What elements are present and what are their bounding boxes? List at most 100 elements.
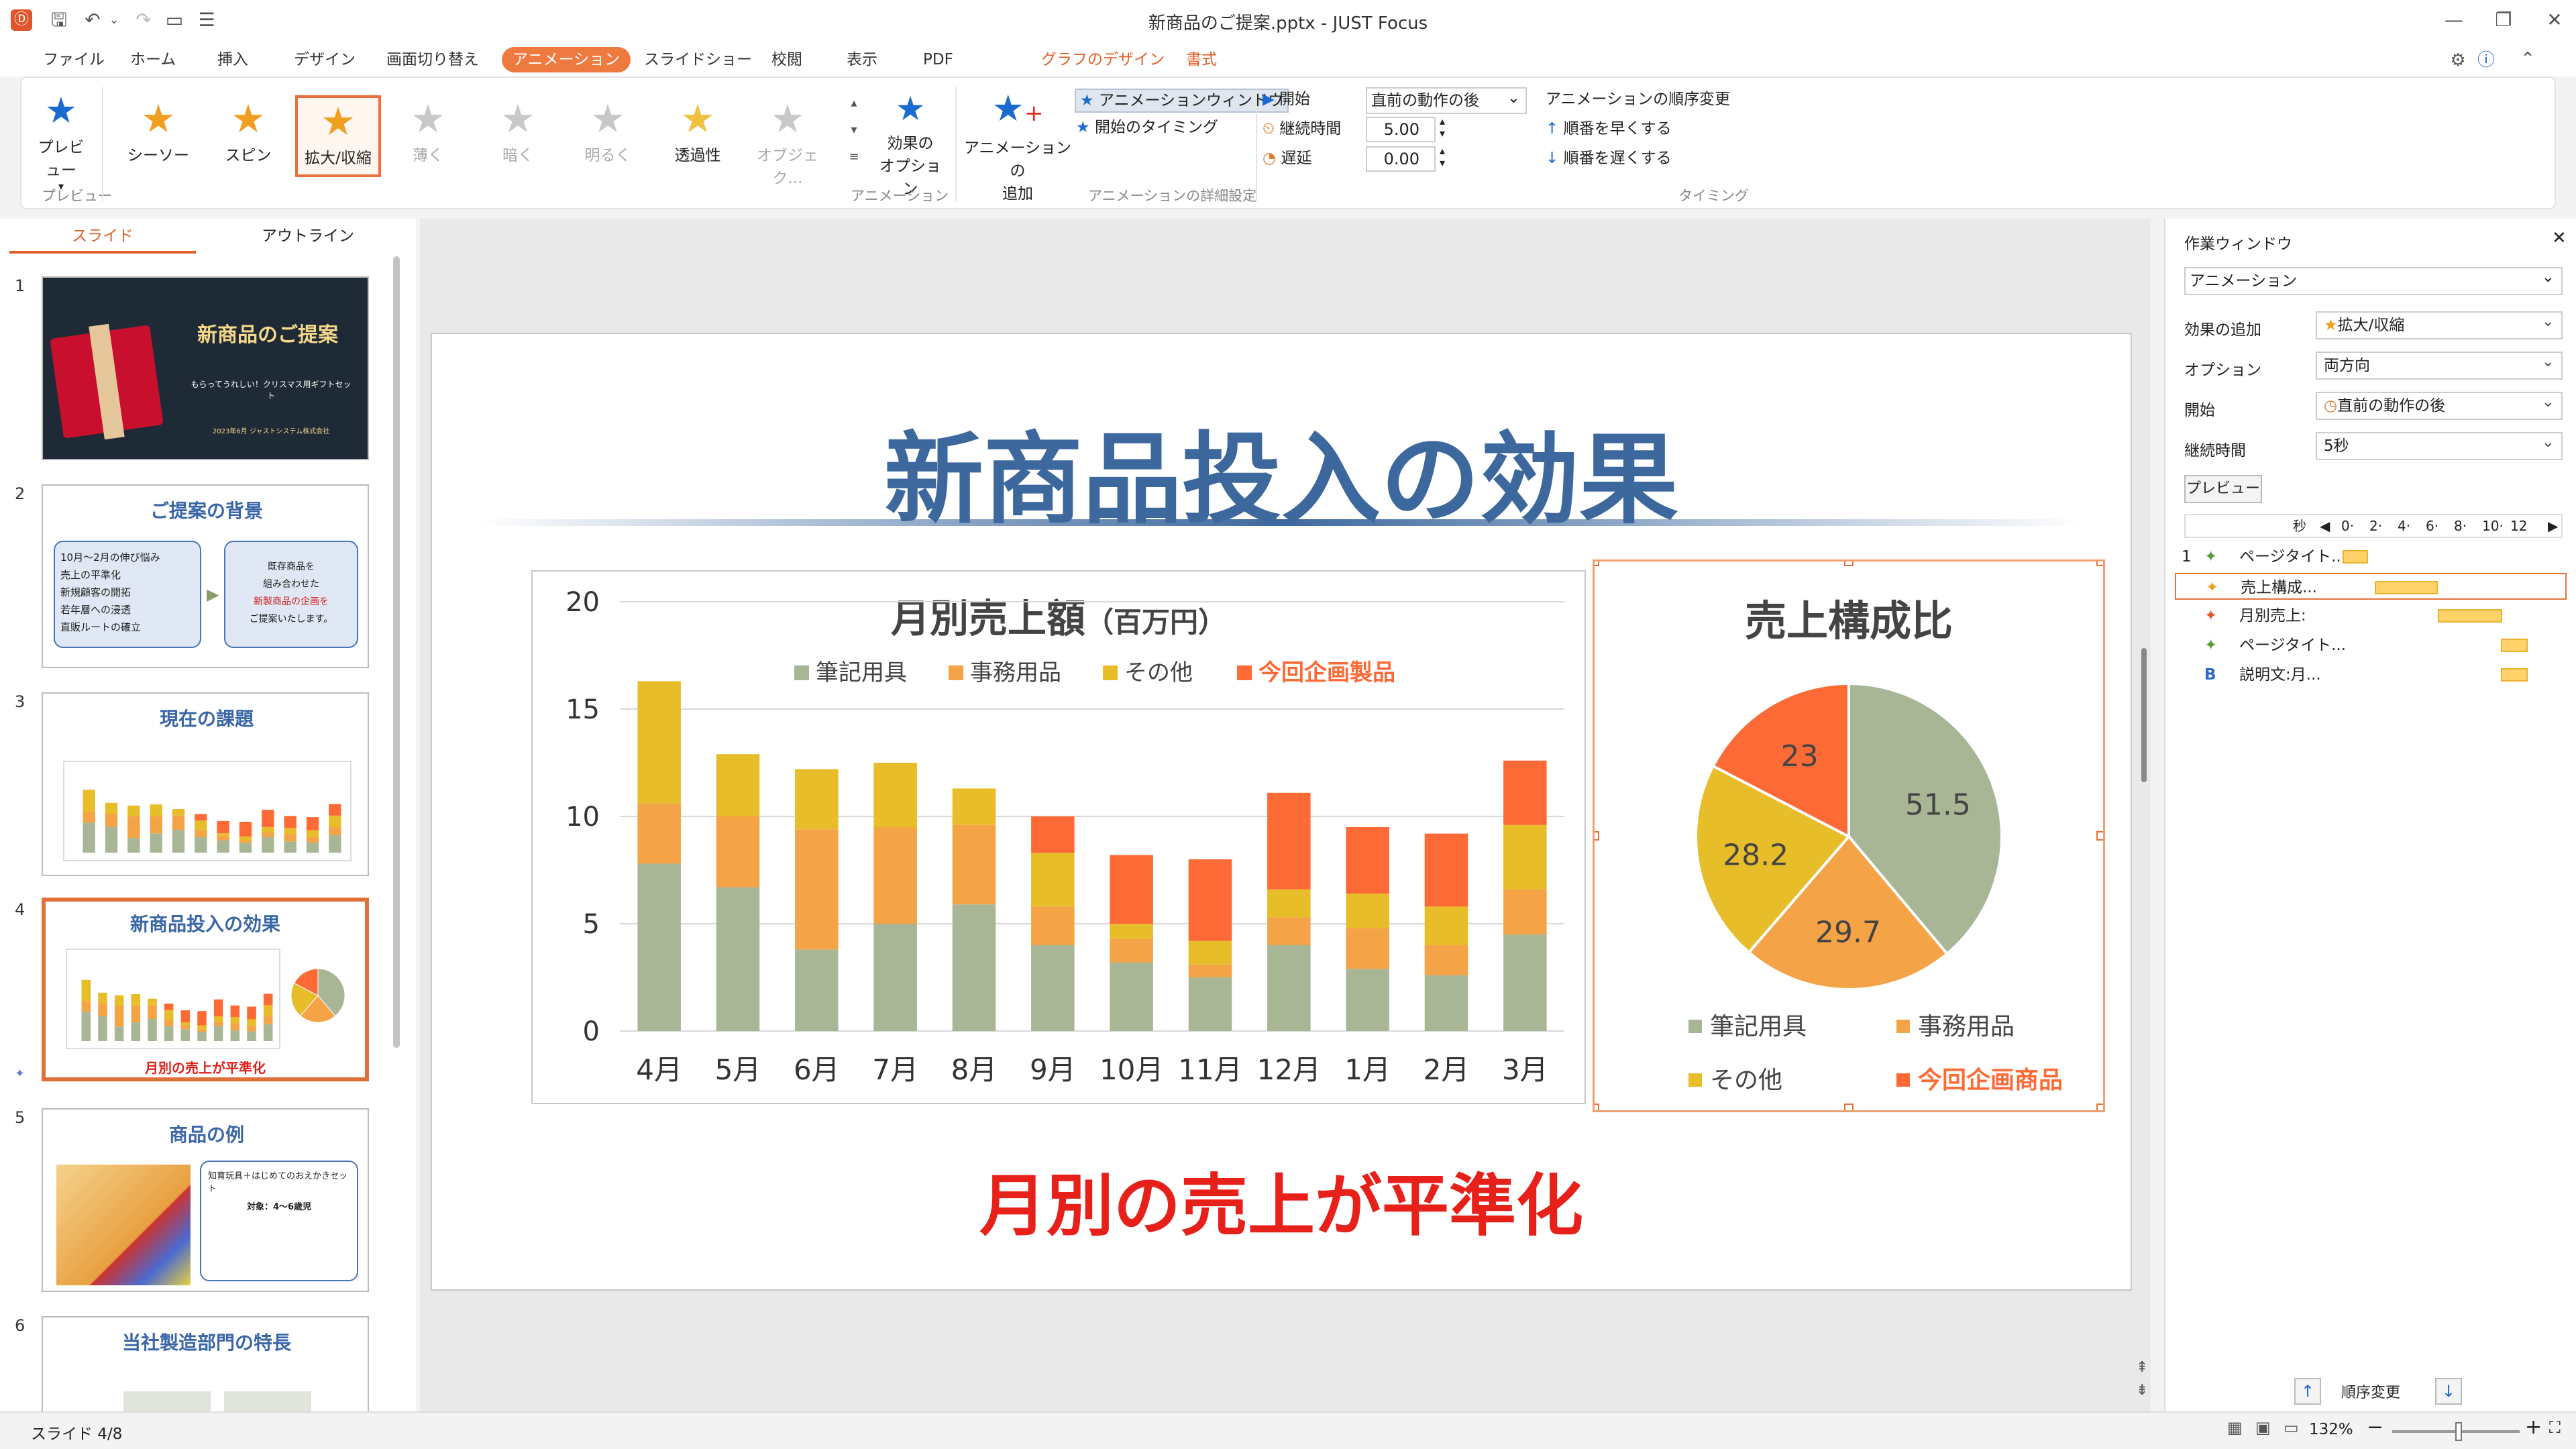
add-animation-button[interactable]: ★+ アニメーションの 追加 [961, 87, 1075, 203]
undo-icon[interactable]: ↶ [80, 8, 105, 32]
animation-star-icon: ★ [411, 96, 445, 142]
task-pane-panel-select[interactable]: アニメーション ⌄ [2184, 267, 2563, 295]
tab-design[interactable]: デザイン [283, 47, 366, 72]
slide-thumb-5[interactable]: 商品の例 知育玩具＋はじめてのおえかきセット 対象：4～6歳児 [42, 1108, 369, 1292]
preview-button[interactable]: ★ プレビュー ▾ [31, 87, 91, 193]
gallery-scroll[interactable]: ▴ ▾ ≡ [844, 90, 864, 173]
slide-thumb-4[interactable]: 新商品投入の効果 月別の売上が平準化 [42, 898, 369, 1081]
slide-thumb-1[interactable]: 新商品のご提案 もらってうれしい！クリスマス用ギフトセット 2023年6月 ジャ… [42, 276, 369, 460]
animation-5-button[interactable]: ★ 暗く [475, 95, 561, 177]
start-select-pane[interactable]: ◷直前の動作の後 [2316, 389, 2563, 420]
preview-button-pane[interactable]: プレビュー [2184, 475, 2262, 503]
effect-options-button[interactable]: ★ 効果の オプション [873, 87, 947, 198]
tab-slides[interactable]: スライド [9, 223, 196, 254]
duration-select-pane[interactable]: 5秒 [2316, 429, 2563, 460]
timeline-bar[interactable] [2501, 639, 2528, 652]
thumb-text: 対象：4～6歳児 [246, 1202, 312, 1212]
redo-icon[interactable]: ↷ [131, 8, 156, 32]
timeline-bar[interactable] [2343, 550, 2368, 564]
tab-view[interactable]: 表示 [836, 47, 888, 72]
bar-segment [247, 1031, 256, 1041]
animation-item[interactable]: ✦ 月別売上: [2175, 602, 2567, 629]
thumb-bullet: 10月～2月の伸び悩み [60, 551, 160, 564]
start-slideshow-icon[interactable]: ▭ [162, 8, 186, 32]
reorder-down-button[interactable]: ↓ [2435, 1378, 2462, 1405]
settings-icon[interactable]: ⚙ [2446, 48, 2470, 72]
legend-swatch [1237, 665, 1252, 680]
duration-spinner[interactable]: ▴ ▾ [1440, 115, 1445, 140]
slide[interactable]: 新商品投入の効果 月別売上額（百万円） 筆記用具 事務用品 その他 今回企画製品 0 5 10… [431, 333, 2132, 1291]
animation-1-button[interactable]: ★ シーソー [115, 95, 201, 177]
add-effect-select[interactable]: ★拡大/収縮 [2316, 309, 2563, 339]
slide-thumb-2[interactable]: ご提案の背景 10月～2月の伸び悩み 売上の平準化 新規顧客の開拓 若年層への浸… [42, 484, 369, 668]
collapse-ribbon-icon[interactable]: ⌃ [2516, 47, 2540, 71]
animation-item[interactable]: ✦ 売上構成... [2175, 573, 2567, 600]
timeline-bar[interactable] [2375, 581, 2438, 594]
customize-toolbar-icon[interactable]: ☰ [195, 8, 219, 32]
slide-caption[interactable]: 月別の売上が平準化 [432, 1151, 2131, 1248]
tab-insert[interactable]: 挿入 [207, 47, 259, 72]
start-select[interactable]: 直前の動作の後 ⌄ [1366, 87, 1527, 114]
timeline-prev-icon[interactable]: ◀ [2320, 515, 2330, 537]
tab-review[interactable]: 校閲 [761, 47, 813, 72]
slide-thumb-3[interactable]: 現在の課題 [42, 692, 369, 876]
animation-6-button[interactable]: ★ 明るく [565, 95, 651, 177]
prev-slide-icon[interactable]: ⇞ [2136, 1359, 2148, 1376]
tab-pdf[interactable]: PDF [912, 47, 964, 72]
thumb-title: ご提案の背景 [150, 500, 263, 522]
view-normal-icon[interactable]: ▦ [2227, 1418, 2243, 1437]
delay-input[interactable]: 0.00 [1366, 146, 1436, 172]
task-pane-close-icon[interactable]: ✕ [2552, 228, 2567, 248]
next-slide-icon[interactable]: ⇟ [2136, 1382, 2148, 1399]
save-icon[interactable]: 🖫 [47, 8, 71, 32]
reorder-up-button[interactable]: ↑ [2294, 1378, 2321, 1405]
timeline-next-icon[interactable]: ▶ [2548, 515, 2558, 537]
zoom-slider-thumb[interactable] [2455, 1422, 2462, 1441]
help-icon[interactable]: ⓘ [2474, 48, 2498, 72]
tab-format[interactable]: 書式 [1175, 47, 1228, 72]
move-earlier-button[interactable]: ↑ 順番を早くする [1546, 118, 1672, 140]
tab-slideshow[interactable]: スライドショー [633, 47, 763, 72]
bar-segment [1188, 964, 1232, 977]
group-divider [102, 87, 103, 201]
bar-segment [262, 832, 274, 837]
view-sorter-icon[interactable]: ▣ [2255, 1418, 2271, 1437]
tab-outline[interactable]: アウトライン [215, 223, 401, 254]
tab-home[interactable]: ホーム [119, 47, 186, 72]
close-window-icon[interactable]: ✕ [2542, 8, 2567, 32]
animation-item[interactable]: 1 ✦ ページタイト... [2175, 543, 2567, 570]
restore-icon[interactable]: ❐ [2491, 8, 2516, 32]
move-later-button[interactable]: ↓ 順番を遅くする [1546, 148, 1672, 169]
delay-spinner[interactable]: ▴ ▾ [1440, 145, 1445, 169]
option-select[interactable]: 両方向 [2316, 349, 2563, 380]
duration-input[interactable]: 5.00 [1366, 117, 1436, 142]
bar-segment [637, 803, 681, 864]
animation-2-button[interactable]: ★ スピン [205, 95, 291, 177]
slide-thumb-6[interactable]: 当社製造部門の特長 [42, 1316, 369, 1411]
tab-animations[interactable]: アニメーション [502, 47, 631, 72]
selection-handle [2096, 557, 2106, 566]
animation-8-button[interactable]: ★ オブジェク... [745, 95, 830, 187]
undo-dropdown-icon[interactable]: ⌄ [102, 8, 126, 32]
animation-item[interactable]: ✦ ページタイト... [2175, 632, 2567, 659]
slide-panel-scrollbar[interactable] [393, 256, 400, 1048]
animation-item[interactable]: B 説明文:月... [2175, 661, 2567, 688]
minimize-icon[interactable]: — [2442, 8, 2466, 32]
start-timing-button[interactable]: ★ 開始のタイミング [1076, 117, 1218, 138]
bar-chart-frame[interactable]: 月別売上額（百万円） 筆記用具 事務用品 その他 今回企画製品 0 5 10 15 20 4月 5月 6… [531, 570, 1586, 1104]
timeline-bar[interactable] [2501, 668, 2528, 682]
timeline-bar[interactable] [2438, 609, 2502, 623]
view-slideshow-icon[interactable]: ▭ [2284, 1418, 2299, 1437]
canvas-scrollbar[interactable] [2141, 648, 2147, 782]
zoom-in-button[interactable]: + [2525, 1415, 2542, 1439]
selection-handle [2096, 831, 2106, 841]
tab-file[interactable]: ファイル [32, 47, 115, 72]
animation-3-button[interactable]: ★ 拡大/収縮 [295, 95, 381, 177]
tab-chart-design[interactable]: グラフのデザイン [1030, 47, 1175, 72]
fit-window-icon[interactable]: ⛶ [2549, 1418, 2561, 1437]
animation-7-button[interactable]: ★ 透過性 [655, 95, 741, 177]
animation-4-button[interactable]: ★ 薄く [385, 95, 471, 177]
tab-transitions[interactable]: 画面切り替え [376, 47, 490, 72]
zoom-out-button[interactable]: − [2367, 1415, 2383, 1439]
pie-chart-frame[interactable]: 売上構成比 51.5 29.7 28.2 23 筆記用具 事務用品 その他 今回企画商品 [1590, 557, 2106, 1113]
